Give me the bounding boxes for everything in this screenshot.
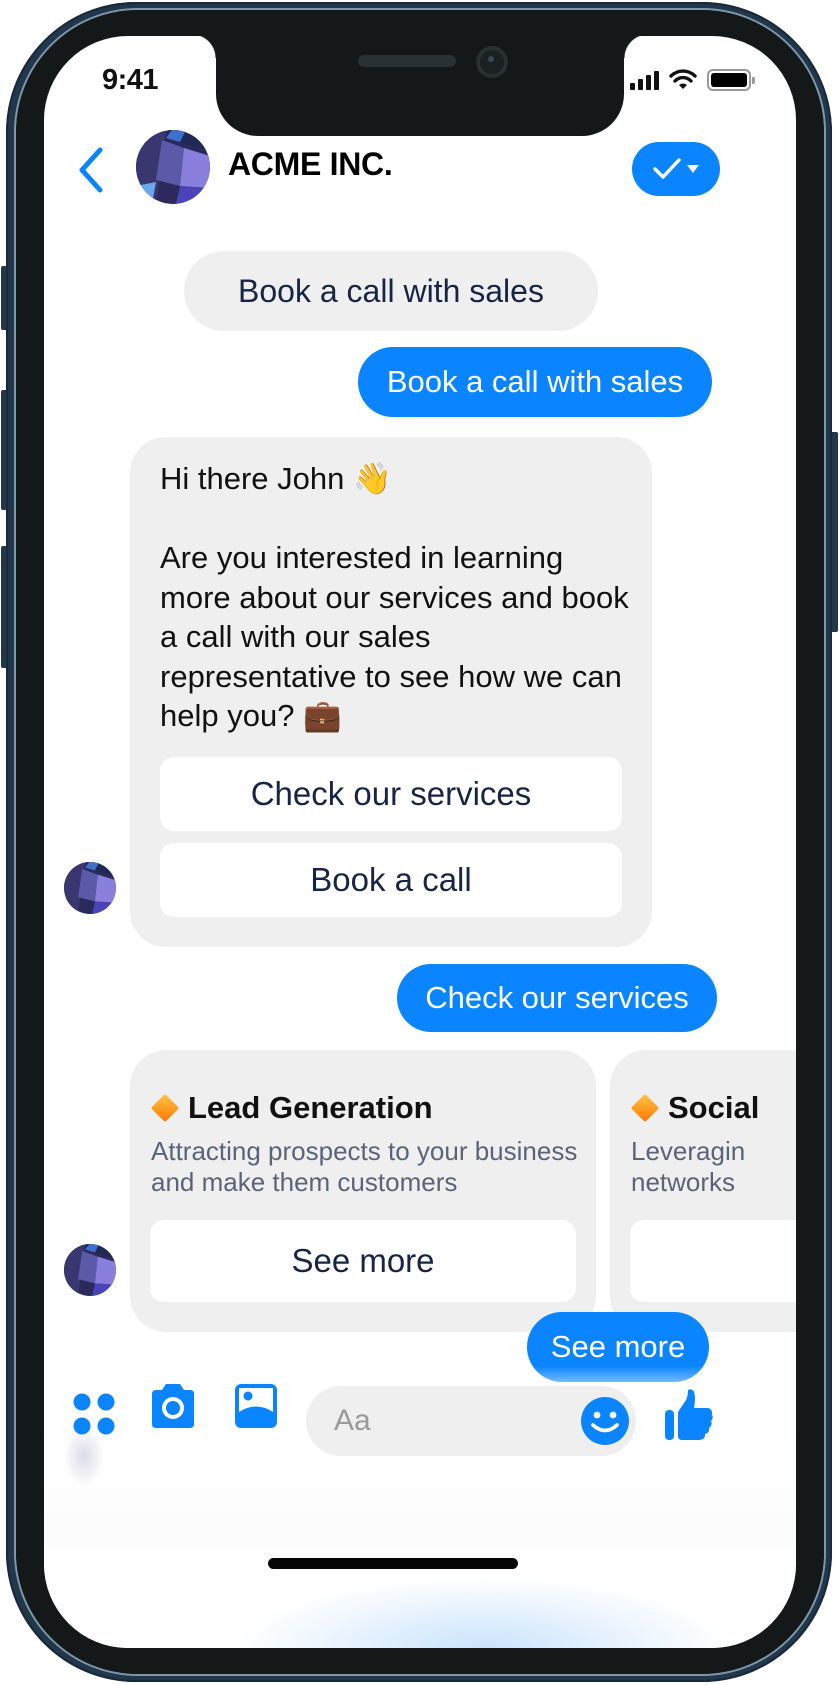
- like-button[interactable]: [664, 1388, 714, 1442]
- home-indicator[interactable]: [268, 1558, 518, 1569]
- contact-avatar[interactable]: [136, 130, 210, 204]
- avatar-image: [64, 862, 116, 914]
- carousel-card-social[interactable]: Social Leveragin networks: [610, 1050, 796, 1332]
- emoji-button[interactable]: [580, 1396, 630, 1446]
- chevron-left-icon: [79, 147, 103, 193]
- status-icons: [630, 68, 755, 92]
- photo-button[interactable]: [234, 1383, 278, 1429]
- photo-icon: [235, 1384, 277, 1428]
- battery-icon: [707, 69, 755, 91]
- carousel-card-title-text: Lead Generation: [188, 1090, 433, 1125]
- see-more-button[interactable]: See more: [150, 1220, 576, 1302]
- messenger-screen: 9:41 ACME INC. Book a call with sales Bo…: [44, 36, 796, 1648]
- wifi-icon: [669, 69, 697, 89]
- status-time: 9:41: [102, 64, 159, 96]
- avatar-image: [136, 130, 210, 204]
- bot-avatar: [64, 1244, 116, 1296]
- book-call-button[interactable]: Book a call: [160, 843, 622, 917]
- back-button[interactable]: [72, 142, 112, 198]
- carousel-card-subtitle: Attracting prospects to your business an…: [151, 1136, 578, 1197]
- checkmark-icon: [653, 158, 681, 179]
- camera-icon: [152, 1384, 194, 1428]
- apps-button[interactable]: [72, 1392, 116, 1436]
- carousel-card-button[interactable]: [630, 1220, 796, 1302]
- carousel-card-title-text: Social: [668, 1090, 760, 1125]
- carousel-card-title: Social: [630, 1090, 759, 1126]
- bot-message-text: Hi there John 👋 Are you interested in le…: [160, 461, 629, 733]
- camera-button[interactable]: [148, 1382, 198, 1430]
- user-message-bubble: Book a call with sales: [358, 347, 712, 417]
- bot-message-card: Hi there John 👋 Are you interested in le…: [130, 437, 652, 947]
- bot-message-bubble: Book a call with sales: [184, 251, 598, 331]
- thumbs-up-icon: [665, 1389, 713, 1440]
- cellular-signal-icon: [630, 70, 659, 90]
- user-message-bubble: Check our services: [397, 964, 717, 1032]
- orange-diamond-icon: [150, 1093, 180, 1123]
- notch: [192, 36, 648, 136]
- speaker-grille: [358, 55, 456, 67]
- orange-diamond-icon: [630, 1093, 660, 1123]
- check-services-button[interactable]: Check our services: [160, 757, 622, 831]
- contact-name: ACME INC.: [228, 146, 393, 182]
- caret-down-icon: [687, 165, 699, 173]
- mark-done-button[interactable]: [632, 142, 720, 196]
- front-camera: [476, 46, 508, 78]
- carousel-card-lead-generation: Lead Generation Attracting prospects to …: [130, 1050, 596, 1332]
- composer-glow: [234, 1576, 734, 1648]
- chat-header: ACME INC.: [44, 130, 796, 218]
- carousel-card-subtitle: Leveragin networks: [631, 1136, 746, 1197]
- carousel-card-title: Lead Generation: [150, 1090, 433, 1126]
- apps-icon: [73, 1393, 115, 1435]
- avatar-image: [64, 1244, 116, 1296]
- bot-avatar: [64, 862, 116, 914]
- emoji-icon: [581, 1397, 629, 1445]
